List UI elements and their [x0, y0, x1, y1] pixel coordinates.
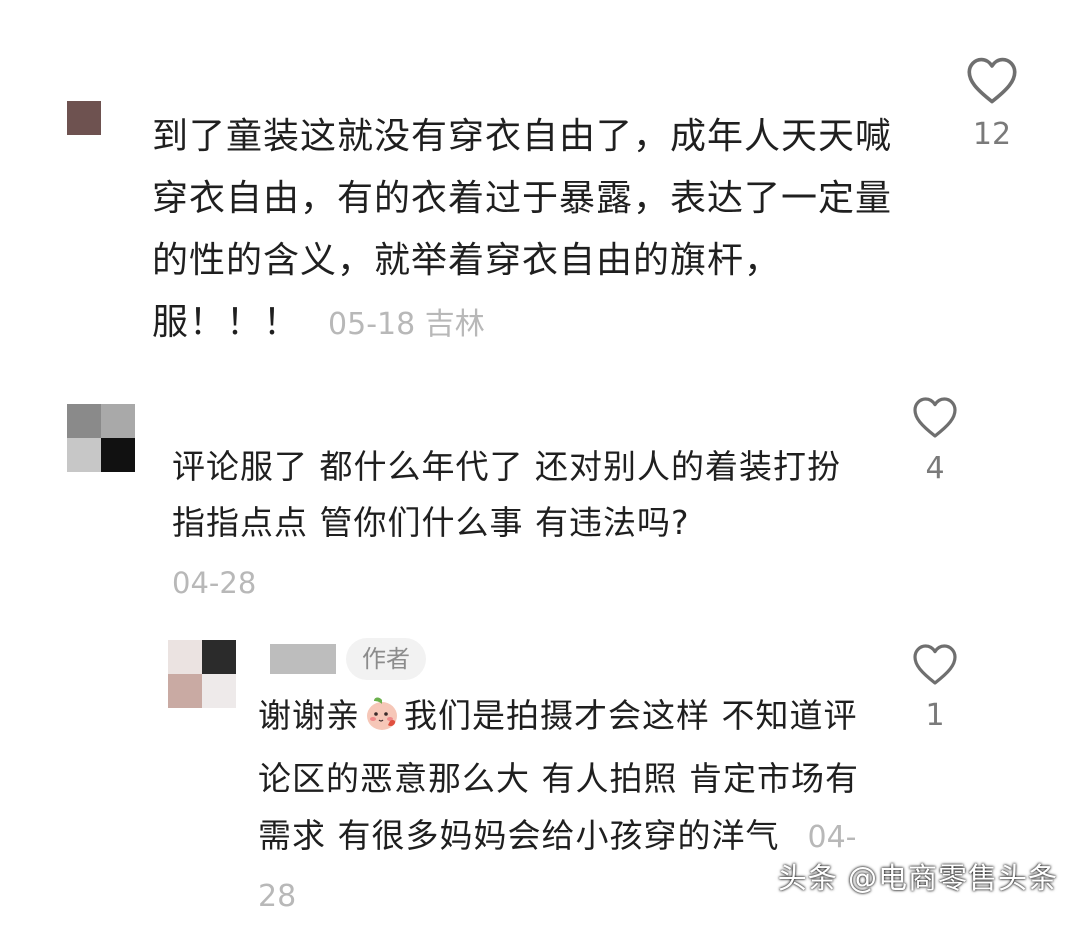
comment-meta: 04-28: [172, 566, 257, 600]
like-count: 1: [925, 698, 945, 733]
comment-body-part: 谢谢亲: [258, 696, 360, 735]
comment-body: 到了童装这就没有穿衣自由了，成年人天天喊穿衣自由，有的衣着过于暴露，表达了一定量…: [152, 116, 893, 343]
comment-meta: 05-18 吉林: [328, 307, 485, 342]
like-button[interactable]: 12: [964, 55, 1020, 152]
like-button[interactable]: 1: [910, 642, 960, 733]
comment-text: 到了童装这就没有穿衣自由了，成年人天天喊穿衣自由，有的衣着过于暴露，表达了一定量…: [152, 106, 912, 356]
like-count: 12: [972, 117, 1012, 152]
heart-icon[interactable]: [910, 395, 960, 439]
avatar[interactable]: [67, 101, 101, 135]
heart-icon[interactable]: [964, 55, 1020, 105]
peach-face-emoji-icon: [362, 693, 402, 750]
avatar[interactable]: [168, 640, 236, 708]
comment-text: 评论服了 都什么年代了 还对别人的着装打扮指指点点 管你们什么事 有违法吗?: [172, 439, 872, 551]
avatar[interactable]: [67, 404, 135, 472]
like-button[interactable]: 4: [910, 395, 960, 486]
like-count: 4: [925, 451, 945, 486]
author-badge: 作者: [346, 638, 426, 680]
comment-body: 评论服了 都什么年代了 还对别人的着装打扮指指点点 管你们什么事 有违法吗?: [172, 447, 841, 542]
watermark: 头条 @电商零售头条: [777, 861, 1058, 895]
username-redacted: [270, 644, 336, 674]
heart-icon[interactable]: [910, 642, 960, 686]
